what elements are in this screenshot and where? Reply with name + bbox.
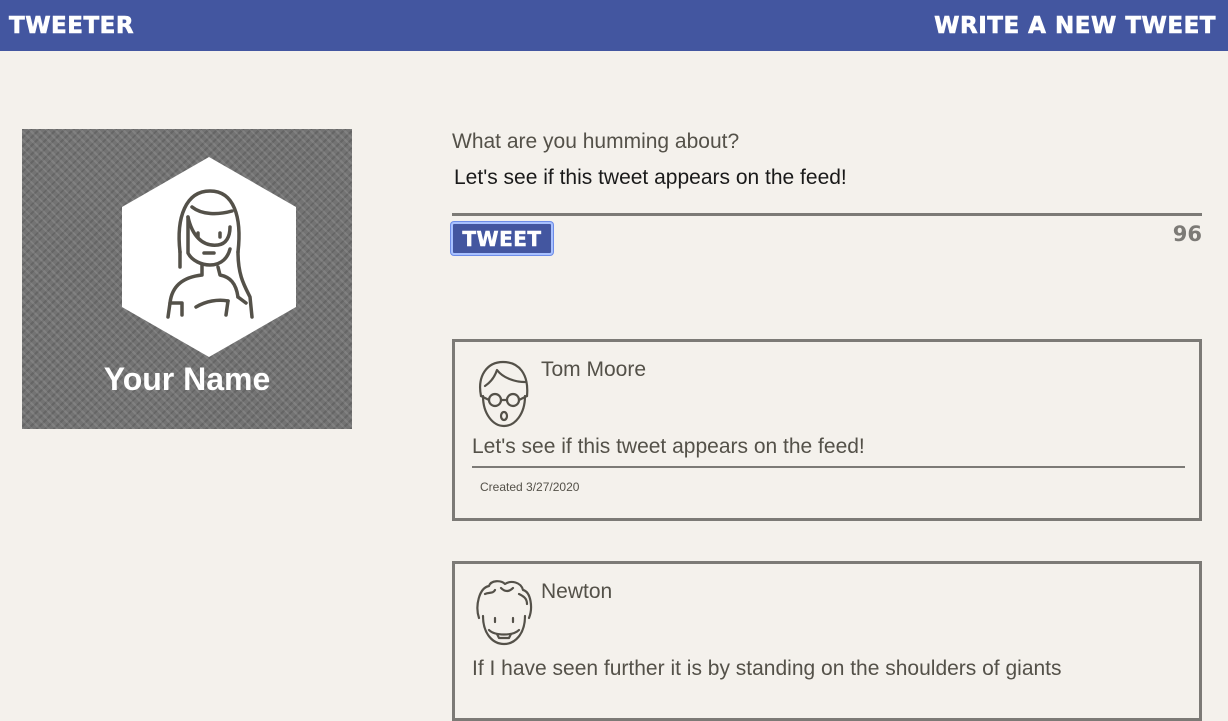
tweet-card: Tom Moore Let's see if this tweet appear… <box>452 339 1202 521</box>
author-avatar-icon <box>479 360 529 428</box>
compose-label: What are you humming about? <box>452 130 740 153</box>
profile-card: Your Name <box>22 129 352 429</box>
tweet-divider <box>472 466 1185 468</box>
character-counter: 96 <box>1172 222 1202 246</box>
compose-divider <box>452 213 1202 216</box>
tweet-card: Newton If I have seen further it is by s… <box>452 561 1202 721</box>
tweet-text: Let's see if this tweet appears on the f… <box>472 435 865 458</box>
author-avatar-icon <box>476 580 533 646</box>
write-new-tweet-link[interactable]: WRITE A NEW TWEET <box>934 12 1216 39</box>
tweet-text: If I have seen further it is by standing… <box>472 657 1062 680</box>
tweet-author: Newton <box>541 580 613 603</box>
tweet-author: Tom Moore <box>541 358 647 381</box>
tweet-button[interactable]: TWEET <box>451 222 553 255</box>
profile-name: Your Name <box>103 361 271 397</box>
top-nav: TWEETER WRITE A NEW TWEET <box>0 0 1228 51</box>
compose-area: What are you humming about? <box>452 130 1202 198</box>
profile-avatar-icon <box>122 157 296 357</box>
tweet-timestamp: Created 3/27/2020 <box>480 480 580 494</box>
brand-logo[interactable]: TWEETER <box>9 12 134 39</box>
tweet-input[interactable] <box>452 158 1202 198</box>
